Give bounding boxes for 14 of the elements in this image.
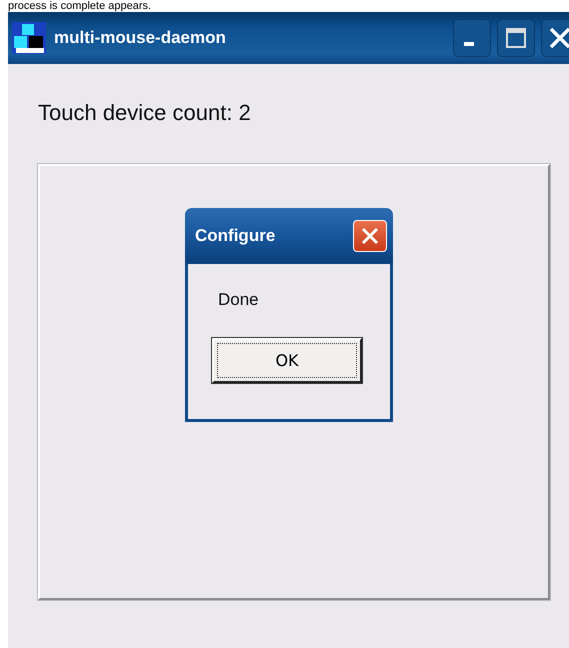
close-button[interactable] <box>541 19 569 57</box>
dialog-title: Configure <box>195 226 276 246</box>
maximize-button[interactable] <box>497 19 535 57</box>
minimize-icon <box>464 42 474 46</box>
close-icon <box>360 226 380 246</box>
window-title: multi-mouse-daemon <box>54 28 227 48</box>
device-count-label: Touch device count: 2 <box>38 100 252 126</box>
minimize-button[interactable] <box>453 19 491 57</box>
caption-text: process is complete appears. <box>7 0 152 12</box>
close-icon <box>548 26 569 50</box>
maximize-icon <box>505 27 527 49</box>
dialog-message: Done <box>218 290 260 310</box>
cubes-icon <box>12 22 46 54</box>
ok-button[interactable]: OK <box>212 338 362 383</box>
